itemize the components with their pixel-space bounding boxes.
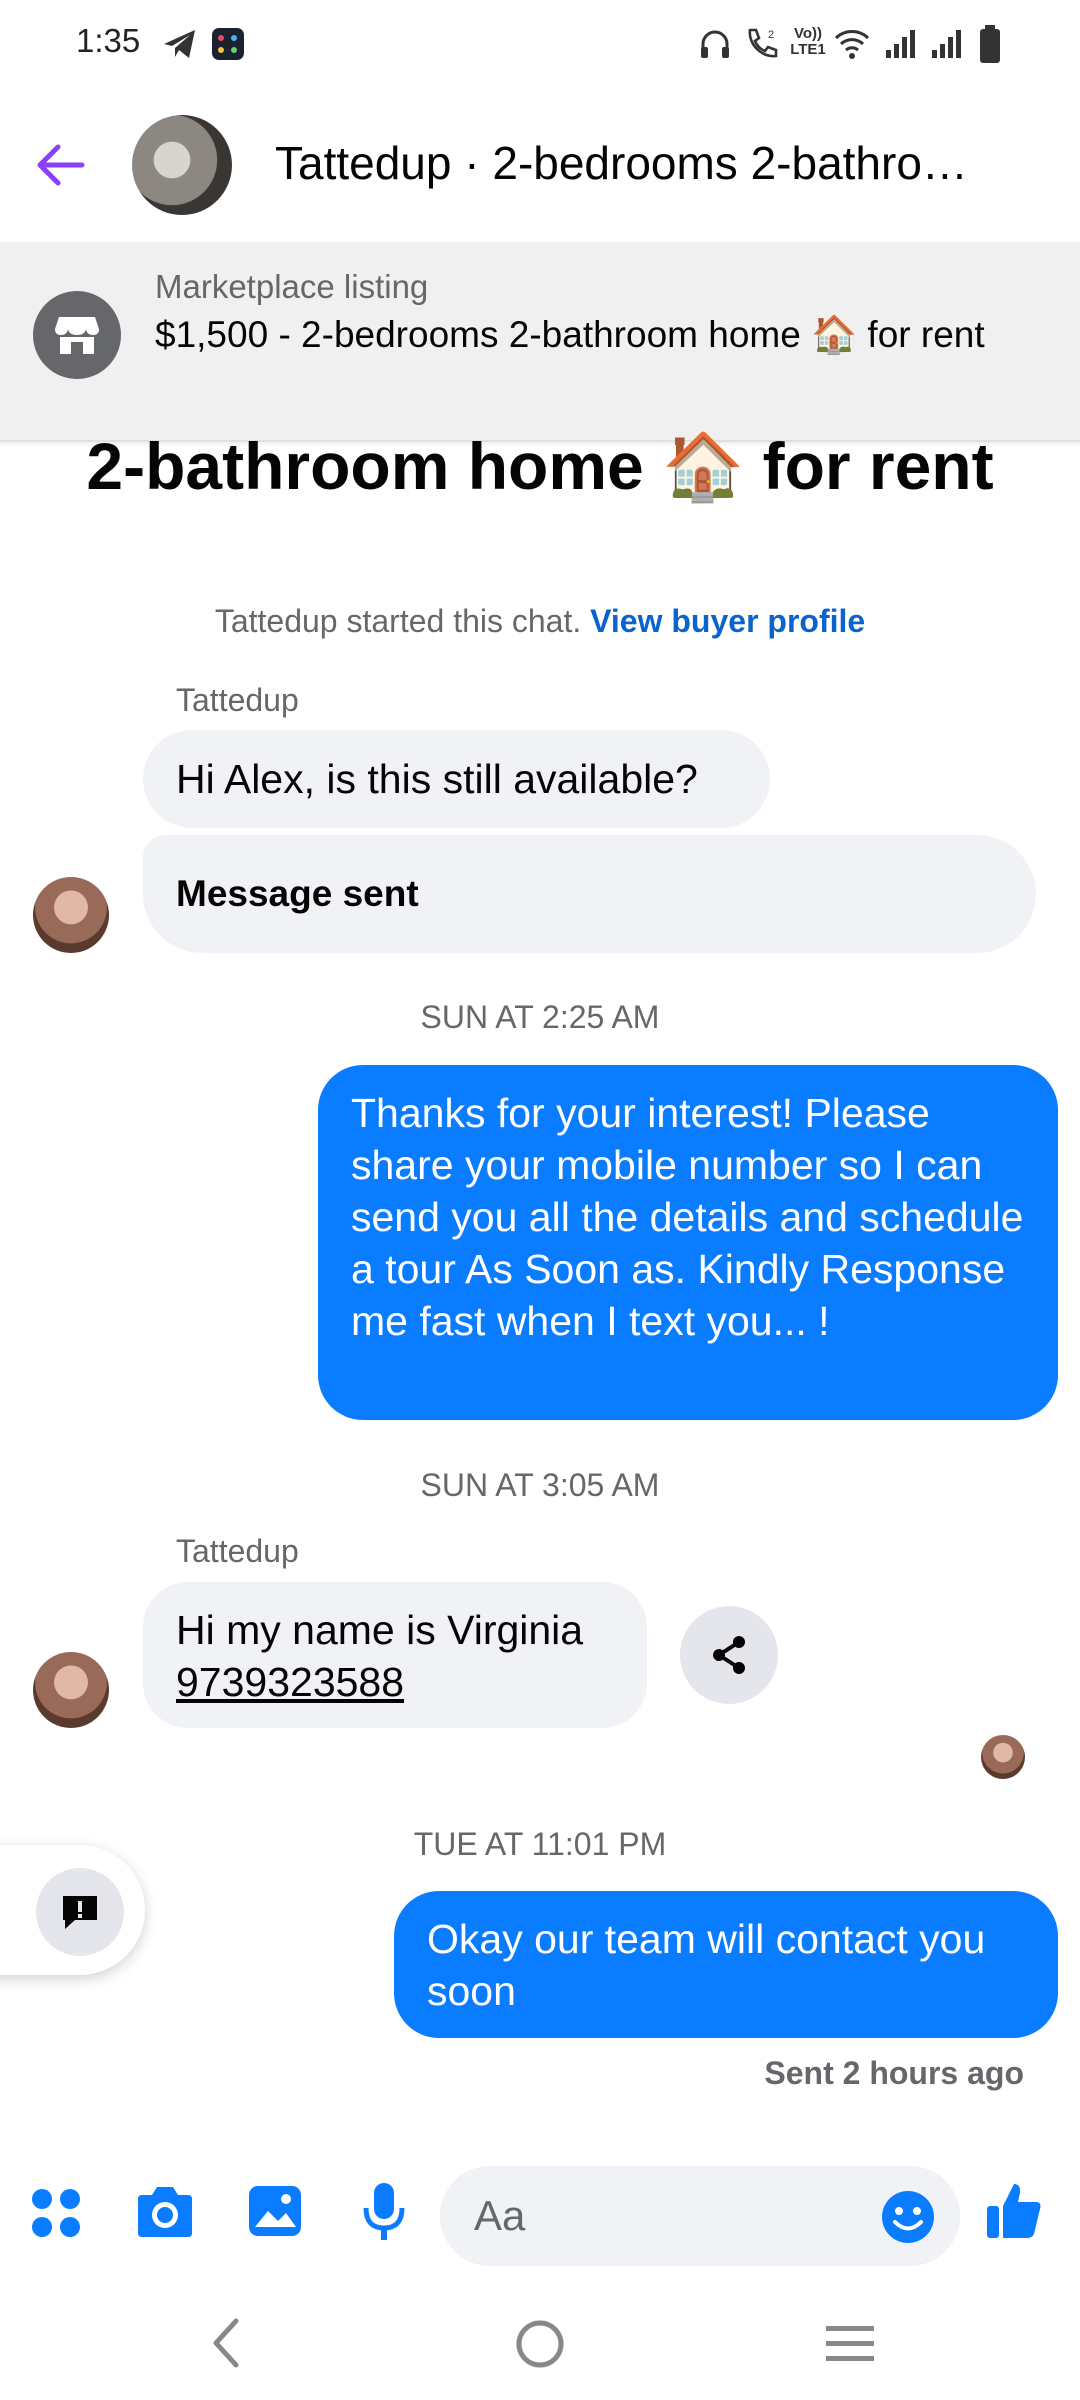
message-text: Hi Alex, is this still available? [176, 756, 698, 802]
timestamp-separator: SUN AT 2:25 AM [420, 999, 660, 1035]
timestamp-separator: TUE AT 11:01 PM [413, 1826, 667, 1862]
volte-indicator: Vo)) LTE1 [790, 25, 826, 58]
message-sent-label: Message sent [176, 873, 419, 914]
like-thumb-icon[interactable] [984, 2180, 1044, 2242]
chat-started-notice: Tattedup started this chat. View buyer p… [0, 603, 1080, 640]
app-icon [212, 28, 244, 60]
store-icon-container [33, 291, 121, 379]
microphone-icon[interactable] [360, 2180, 408, 2244]
report-icon [63, 1896, 97, 1929]
headphones-icon [701, 30, 729, 58]
timestamp-separator: SUN AT 3:05 AM [420, 1467, 660, 1503]
status-time: 1:35 [76, 22, 141, 59]
sender-avatar[interactable] [33, 1652, 109, 1728]
wifi-icon [834, 30, 870, 59]
sender-name: Tattedup [176, 1533, 299, 1569]
listing-heading: 2-bathroom home 🏠 for rent [86, 429, 994, 503]
store-icon [55, 317, 99, 354]
message-sent-card[interactable]: Message sent [143, 835, 1036, 953]
nav-home-icon[interactable] [514, 2318, 566, 2370]
sent-status: Sent 2 hours ago [764, 2055, 1024, 2091]
nav-back-icon[interactable] [206, 2315, 246, 2371]
menu-dots-icon[interactable] [28, 2185, 84, 2241]
sender-name: Tattedup [176, 682, 299, 718]
incoming-message-bubble[interactable]: Hi my name is Virginia 9739323588 [143, 1582, 647, 1728]
svg-text:2: 2 [768, 29, 774, 41]
listing-label: Marketplace listing [155, 268, 429, 305]
telegram-icon [164, 30, 195, 58]
share-icon [713, 1636, 745, 1674]
phone-number-link[interactable]: 9739323588 [176, 1656, 614, 1708]
message-text: Hi my name is Virginia [176, 1607, 584, 1653]
back-arrow-icon[interactable] [30, 135, 90, 195]
share-button[interactable] [680, 1606, 778, 1704]
signal-icon [886, 30, 915, 58]
conversation-title[interactable]: Tattedup · 2-bedrooms 2-bathro… [275, 136, 968, 190]
view-buyer-profile-link[interactable]: View buyer profile [590, 603, 865, 639]
battery-icon [980, 25, 1000, 63]
report-button[interactable] [36, 1868, 124, 1956]
listing-thumbnail-avatar[interactable] [132, 115, 232, 215]
read-receipt-avatar [981, 1735, 1025, 1779]
message-text: Thanks for your interest! Please share y… [351, 1090, 1024, 1344]
incoming-message-bubble[interactable]: Hi Alex, is this still available? [143, 730, 770, 828]
message-input-placeholder: Aa [474, 2192, 526, 2239]
message-text: Okay our team will contact you soon [427, 1916, 986, 2014]
outgoing-message-bubble[interactable]: Thanks for your interest! Please share y… [318, 1065, 1058, 1420]
wifi-call-icon: 2 [748, 28, 778, 58]
outgoing-message-bubble[interactable]: Okay our team will contact you soon [394, 1891, 1058, 2038]
signal-icon-2 [932, 30, 961, 58]
listing-title: $1,500 - 2-bedrooms 2-bathroom home 🏠 fo… [155, 314, 985, 355]
chat-started-text: Tattedup started this chat. [214, 603, 582, 639]
nav-recents-icon[interactable] [824, 2322, 876, 2366]
emoji-icon[interactable] [880, 2189, 936, 2245]
camera-icon[interactable] [134, 2183, 196, 2241]
gallery-icon[interactable] [246, 2183, 304, 2239]
sender-avatar[interactable] [33, 877, 109, 953]
